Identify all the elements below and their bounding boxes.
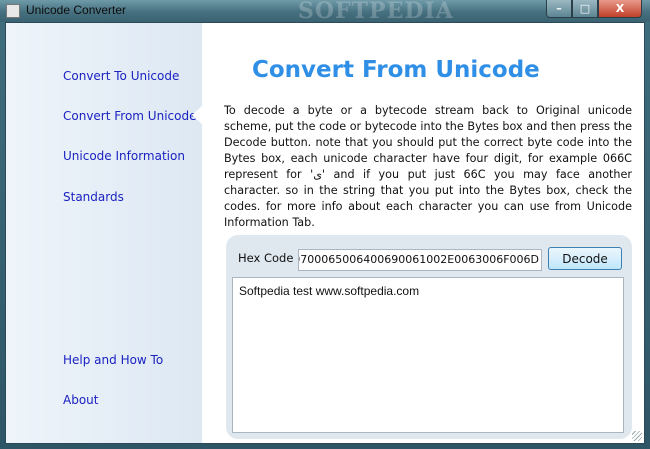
close-icon: X: [615, 2, 625, 15]
maximize-button[interactable]: □: [572, 0, 598, 18]
description-text: To decode a byte or a bytecode stream ba…: [224, 104, 632, 229]
decode-panel: Hex Code : 00530006F00660074007000650064…: [226, 235, 632, 439]
hex-code-value: 00530006F0066007400700065006400690061002…: [298, 253, 539, 266]
output-textbox[interactable]: Softpedia test www.softpedia.com: [232, 277, 624, 433]
app-window: Unicode Converter SOFTPEDIA – □ X Conver…: [0, 0, 650, 449]
sidebar-item-convert-from-unicode[interactable]: Convert From Unicode: [63, 109, 196, 123]
minimize-icon: –: [556, 2, 562, 15]
hex-code-input[interactable]: 00530006F0066007400700065006400690061002…: [298, 249, 542, 271]
decode-button[interactable]: Decode: [548, 247, 622, 270]
watermark: SOFTPEDIA: [298, 0, 454, 24]
hex-code-label: Hex Code :: [238, 251, 301, 265]
app-icon: [6, 4, 20, 18]
maximize-icon: □: [579, 2, 591, 15]
sidebar-item-convert-to-unicode[interactable]: Convert To Unicode: [63, 69, 179, 83]
sidebar-item-unicode-information[interactable]: Unicode Information: [63, 149, 185, 163]
sidebar-item-standards[interactable]: Standards: [63, 190, 124, 204]
window-title: Unicode Converter: [26, 3, 127, 17]
selection-pointer-icon: [192, 105, 203, 125]
client-area: Convert To Unicode Convert From Unicode …: [5, 22, 645, 444]
sidebar: Convert To Unicode Convert From Unicode …: [6, 23, 203, 443]
sidebar-item-about[interactable]: About: [63, 393, 98, 407]
sidebar-item-help[interactable]: Help and How To: [63, 353, 163, 367]
resize-grip-icon[interactable]: [632, 431, 642, 441]
close-button[interactable]: X: [598, 0, 642, 18]
page-title: Convert From Unicode: [252, 57, 540, 83]
title-bar[interactable]: Unicode Converter SOFTPEDIA – □ X: [0, 0, 650, 24]
minimize-button[interactable]: –: [546, 0, 572, 18]
